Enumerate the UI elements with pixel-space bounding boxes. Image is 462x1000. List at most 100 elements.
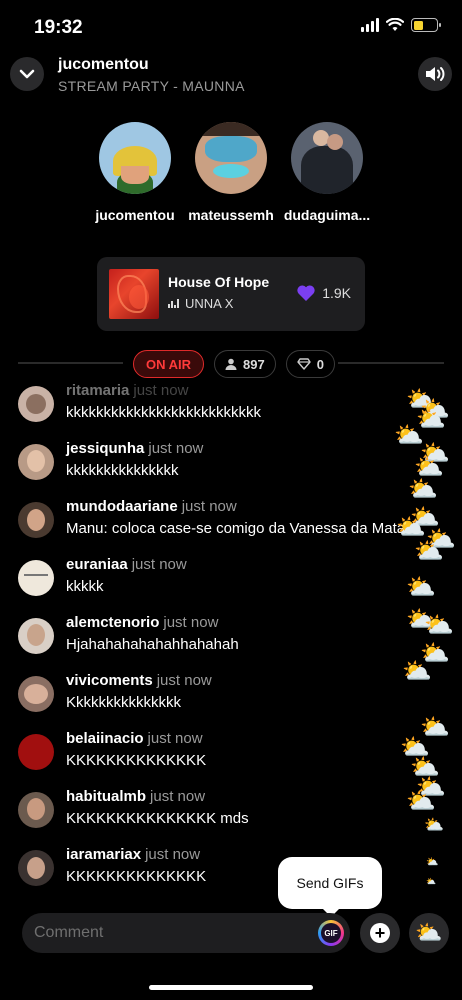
comment-username[interactable]: ritamaria xyxy=(66,382,129,399)
comment-text: KKKKKKKKKKKKKK xyxy=(66,752,207,769)
album-art xyxy=(109,269,159,319)
speaker-icon xyxy=(426,67,445,81)
send-gifs-tooltip: Send GIFs xyxy=(278,857,382,917)
participant[interactable]: mateussemh xyxy=(181,122,281,223)
comment-item: habitualmb just now KKKKKKKKKKKKKKK mds xyxy=(18,788,458,838)
comment-text: KKKKKKKKKKKKKKK mds xyxy=(66,810,249,827)
avatar xyxy=(195,122,267,194)
comment-username[interactable]: mundodaariane xyxy=(66,498,178,515)
avatar xyxy=(18,734,54,770)
diamond-icon xyxy=(297,358,311,370)
avatar xyxy=(18,502,54,538)
comment-time: just now xyxy=(150,788,206,805)
divider xyxy=(338,362,444,364)
comment-text: Hjahahahahahahhahahah xyxy=(66,636,239,653)
comment-text: kkkkkkkkkkkkkkk xyxy=(66,462,179,479)
comment-item: ritamaria just now kkkkkkkkkkkkkkkkkkkkkk… xyxy=(18,382,458,432)
wifi-icon xyxy=(386,18,404,31)
song-artist: UNNA X xyxy=(185,296,234,311)
sun-behind-cloud-icon: ⛅ xyxy=(424,817,444,834)
comment-username[interactable]: euraniaa xyxy=(66,556,128,573)
listeners-badge[interactable]: 897 xyxy=(214,350,276,378)
comment-text: kkkkkkkkkkkkkkkkkkkkkkkkkk xyxy=(66,404,261,421)
comment-item: alemctenorio just now Hjahahahahahahhahah… xyxy=(18,614,458,664)
party-host-title: jucomentou xyxy=(58,56,149,73)
home-indicator xyxy=(149,985,313,990)
chevron-down-icon xyxy=(19,69,35,79)
diamonds-badge[interactable]: 0 xyxy=(285,350,335,378)
cellular-signal-icon xyxy=(361,18,379,32)
participant[interactable]: jucomentou xyxy=(85,122,185,223)
comment-time: just now xyxy=(133,382,189,399)
add-button[interactable]: + xyxy=(360,913,400,953)
collapse-button[interactable] xyxy=(10,57,44,91)
avatar xyxy=(18,850,54,886)
comment-username[interactable]: vivicoments xyxy=(66,672,153,689)
comment-time: just now xyxy=(163,614,219,631)
avatar xyxy=(18,676,54,712)
comment-text: Kkkkkkkkkkkkkkk xyxy=(66,694,182,711)
sun-behind-cloud-icon: ⛅ xyxy=(424,612,454,639)
sun-behind-cloud-icon: ⛅ xyxy=(426,857,439,868)
status-icons xyxy=(361,18,441,32)
comment-username[interactable]: habitualmb xyxy=(66,788,146,805)
diamond-count: 0 xyxy=(316,356,324,372)
sun-behind-cloud-icon: ⛅ xyxy=(396,514,426,541)
comment-username[interactable]: alemctenorio xyxy=(66,614,159,631)
avatar xyxy=(99,122,171,194)
comment-time: just now xyxy=(156,672,212,689)
equalizer-icon xyxy=(168,299,179,308)
avatar xyxy=(18,792,54,828)
gif-label: GIF xyxy=(321,923,341,943)
plus-icon: + xyxy=(370,923,390,943)
participant[interactable]: dudaguima... xyxy=(277,122,377,223)
sun-behind-cloud-icon: ⛅ xyxy=(414,538,444,565)
avatar xyxy=(291,122,363,194)
sun-behind-cloud-icon: ⛅ xyxy=(406,788,436,815)
comment-input[interactable] xyxy=(22,913,350,953)
sun-behind-cloud-icon: ⛅ xyxy=(408,476,438,503)
comment-time: just now xyxy=(147,730,203,747)
on-air-badge: ON AIR xyxy=(133,350,205,378)
song-title: House Of Hope xyxy=(168,274,270,290)
weather-reaction-button[interactable]: ⛅ xyxy=(409,913,449,953)
comment-item: mundodaariane just now Manu: coloca case-… xyxy=(18,498,458,548)
sun-behind-cloud-icon: ⛅ xyxy=(402,658,432,685)
comment-text: kkkkk xyxy=(66,578,104,595)
comment-username[interactable]: iaramariax xyxy=(66,846,141,863)
comment-time: just now xyxy=(145,846,201,863)
comment-text: KKKKKKKKKKKKKK xyxy=(66,868,207,885)
comment-username[interactable]: belaiinacio xyxy=(66,730,144,747)
now-playing-card[interactable]: House Of Hope UNNA X 1.9K xyxy=(97,257,365,331)
participants-row: jucomentou mateussemh dudaguima... xyxy=(0,122,462,232)
song-artist-row: UNNA X xyxy=(168,296,233,311)
comment-item: iaramariax just now KKKKKKKKKKKKKK xyxy=(18,846,458,896)
comment-time: just now xyxy=(181,498,237,515)
status-time: 19:32 xyxy=(34,17,83,38)
status-bar: 19:32 xyxy=(0,0,462,52)
comments-feed[interactable]: ritamaria just now kkkkkkkkkkkkkkkkkkkkkk… xyxy=(0,376,462,896)
comment-item: vivicoments just now Kkkkkkkkkkkkkkk xyxy=(18,672,458,722)
comment-item: jessiqunha just now kkkkkkkkkkkkkkk xyxy=(18,440,458,490)
volume-button[interactable] xyxy=(418,57,452,91)
heart-icon xyxy=(297,285,315,301)
sun-behind-cloud-icon: ⛅ xyxy=(426,877,436,886)
avatar xyxy=(18,560,54,596)
comment-time: just now xyxy=(131,556,187,573)
like-count: 1.9K xyxy=(322,285,351,301)
battery-icon xyxy=(411,18,441,32)
sun-behind-cloud-icon: ⛅ xyxy=(415,920,443,945)
avatar xyxy=(18,618,54,654)
avatar xyxy=(18,444,54,480)
avatar xyxy=(18,386,54,422)
sun-behind-cloud-icon: ⛅ xyxy=(406,574,436,601)
comment-item: euraniaa just now kkkkk xyxy=(18,556,458,606)
listener-count: 897 xyxy=(243,356,265,372)
gif-button[interactable]: GIF xyxy=(318,920,344,946)
comment-item: belaiinacio just now KKKKKKKKKKKKKK xyxy=(18,730,458,780)
divider xyxy=(18,362,123,364)
person-icon xyxy=(225,358,237,370)
like-button[interactable]: 1.9K xyxy=(296,284,351,302)
comment-text: Manu: coloca case-se comigo da Vanessa d… xyxy=(66,520,406,537)
comment-username[interactable]: jessiqunha xyxy=(66,440,144,457)
